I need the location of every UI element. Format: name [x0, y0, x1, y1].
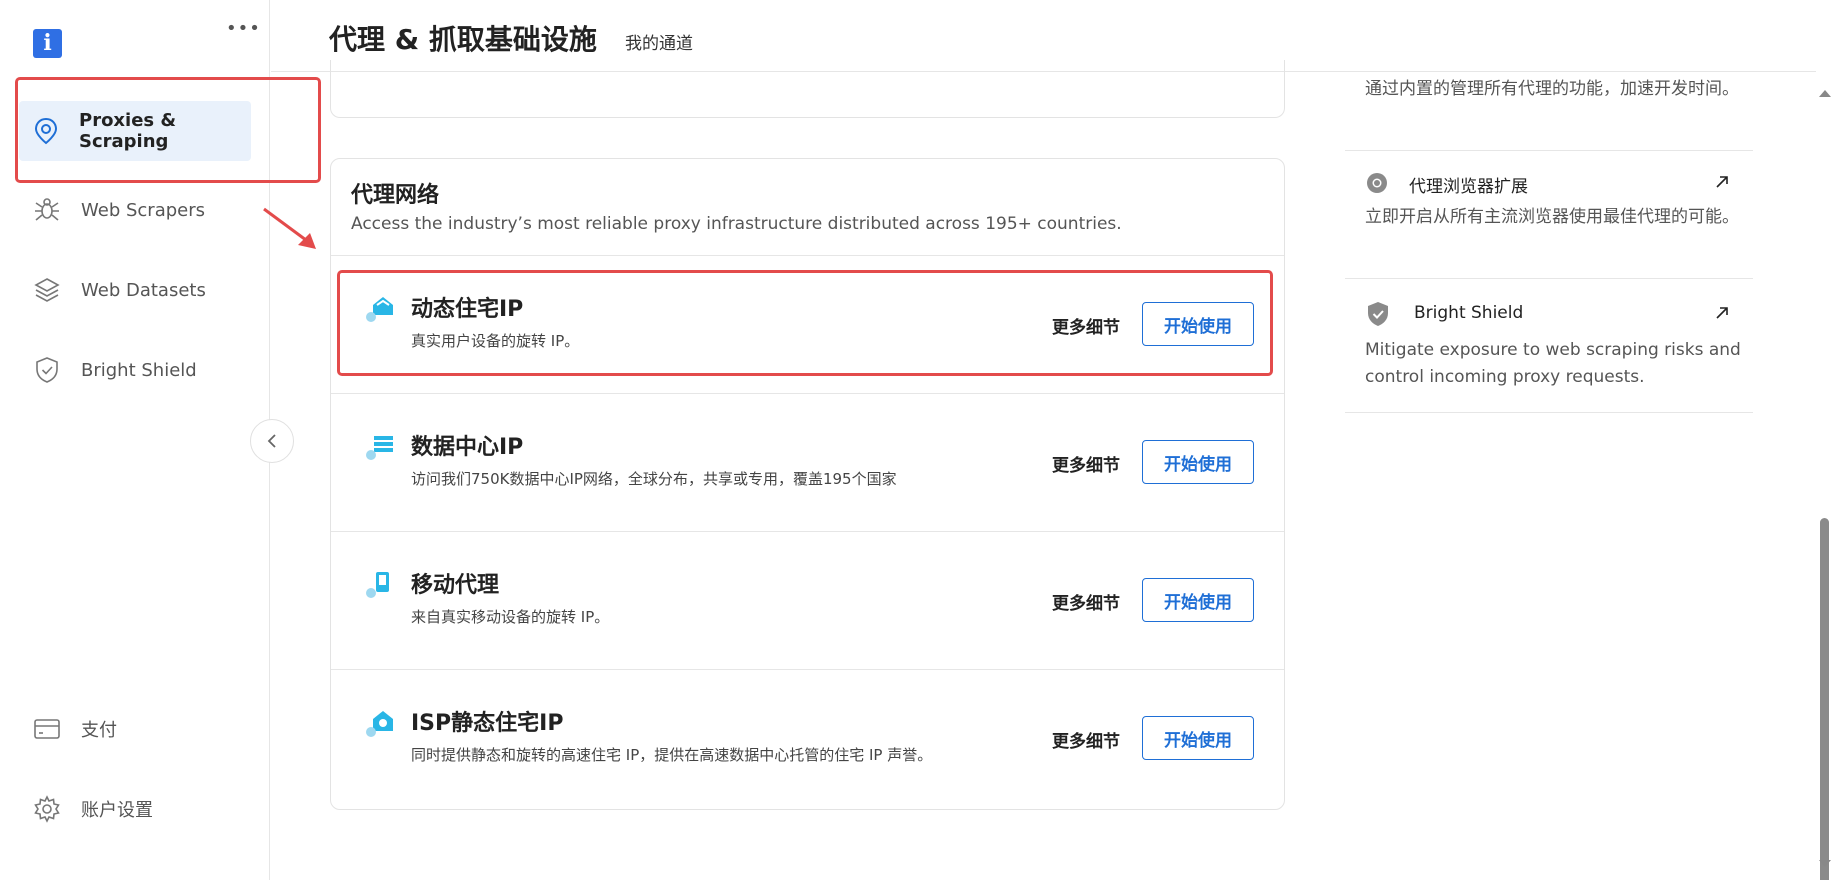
- row-description: 来自真实移动设备的旋转 IP。: [411, 608, 610, 626]
- proxy-row-mobile: 移动代理 来自真实移动设备的旋转 IP。 更多细节 开始使用: [331, 531, 1284, 669]
- row-description: 访问我们750K数据中心IP网络，全球分布，共享或专用，覆盖195个国家: [411, 470, 897, 488]
- row-title: ISP静态住宅IP: [411, 711, 564, 736]
- row-description: 同时提供静态和旋转的高速住宅 IP，提供在高速数据中心托管的住宅 IP 声誉。: [411, 746, 933, 764]
- sidebar-item-label: Web Scrapers: [81, 199, 205, 221]
- more-details-link[interactable]: 更多细节: [1052, 451, 1120, 476]
- row-title: 数据中心IP: [411, 435, 524, 460]
- more-details-link[interactable]: 更多细节: [1052, 589, 1120, 614]
- annotation-arrow-icon: [263, 207, 316, 249]
- tool-item-title[interactable]: 代理浏览器扩展: [1409, 172, 1528, 197]
- sidebar-item-label: 账户设置: [81, 800, 153, 821]
- shield-check-icon: [33, 356, 61, 384]
- scroll-up-arrow-icon[interactable]: [1819, 90, 1831, 97]
- proxy-network-card: 代理网络 Access the industry’s most reliable…: [330, 158, 1285, 810]
- proxy-row-isp: ISP静态住宅IP 同时提供静态和旋转的高速住宅 IP，提供在高速数据中心托管的…: [331, 669, 1284, 807]
- shield-check-filled-icon: [1368, 302, 1388, 326]
- divider: [1345, 150, 1753, 151]
- sidebar-item-payment[interactable]: 支付: [19, 699, 251, 759]
- divider: [1345, 412, 1753, 413]
- sidebar-item-web-scrapers[interactable]: Web Scrapers: [19, 180, 251, 240]
- get-started-button[interactable]: 开始使用: [1142, 716, 1254, 760]
- spider-icon: [33, 196, 61, 224]
- mobile-phone-icon: [366, 572, 389, 598]
- more-details-link[interactable]: 更多细节: [1052, 727, 1120, 752]
- page-subtitle[interactable]: 我的通道: [625, 29, 693, 54]
- divider: [1345, 278, 1753, 279]
- tool-item-description: 立即开启从所有主流浏览器使用最佳代理的可能。: [1365, 207, 1739, 227]
- proxy-row-residential: 动态住宅IP 真实用户设备的旋转 IP。 更多细节 开始使用: [331, 255, 1284, 393]
- section-title: 代理网络: [351, 183, 440, 208]
- sidebar: i ••• Proxies & Scraping Web Scrapers We…: [0, 0, 270, 880]
- tool-item-description: Mitigate exposure to web scraping risks …: [1365, 340, 1741, 387]
- chevron-left-icon: [267, 434, 276, 448]
- card-previous: [330, 60, 1285, 118]
- sidebar-item-web-datasets[interactable]: Web Datasets: [19, 260, 251, 320]
- sidebar-item-label: Web Datasets: [81, 279, 206, 301]
- row-description: 真实用户设备的旋转 IP。: [411, 332, 580, 350]
- more-details-link[interactable]: 更多细节: [1052, 313, 1120, 338]
- sidebar-item-bright-shield[interactable]: Bright Shield: [19, 340, 251, 400]
- collapse-sidebar-button[interactable]: [250, 419, 294, 463]
- app-logo[interactable]: i: [33, 29, 62, 58]
- scrollbar-thumb[interactable]: [1820, 518, 1829, 880]
- tool-item-title[interactable]: Bright Shield: [1414, 303, 1523, 323]
- proxy-row-datacenter: 数据中心IP 访问我们750K数据中心IP网络，全球分布，共享或专用，覆盖195…: [331, 393, 1284, 531]
- external-link-arrow-icon[interactable]: [1714, 174, 1730, 190]
- datacenter-server-icon: [366, 436, 393, 460]
- vertical-scrollbar[interactable]: [1816, 72, 1833, 880]
- gear-icon: [33, 795, 61, 823]
- row-title: 移动代理: [411, 573, 500, 598]
- section-description: Access the industry’s most reliable prox…: [351, 214, 1122, 234]
- isp-house-icon: [366, 711, 393, 737]
- sidebar-item-label: Bright Shield: [81, 359, 197, 381]
- get-started-button[interactable]: 开始使用: [1142, 440, 1254, 484]
- external-link-arrow-icon[interactable]: [1714, 305, 1730, 321]
- row-title: 动态住宅IP: [411, 297, 524, 322]
- sidebar-item-label: Proxies & Scraping: [79, 110, 177, 152]
- sidebar-item-account-settings[interactable]: 账户设置: [19, 779, 251, 839]
- get-started-button[interactable]: 开始使用: [1142, 302, 1254, 346]
- sidebar-item-proxies-scraping[interactable]: Proxies & Scraping: [19, 101, 251, 161]
- layers-icon: [33, 276, 61, 304]
- page-title: 代理 & 抓取基础设施: [329, 23, 597, 56]
- scroll-down-arrow-icon[interactable]: [1819, 860, 1831, 867]
- sidebar-item-label: 支付: [81, 720, 117, 741]
- tools-description: 通过内置的管理所有代理的功能，加速开发时间。: [1365, 79, 1739, 99]
- more-options-icon[interactable]: •••: [226, 18, 261, 39]
- residential-house-icon: [366, 297, 393, 322]
- credit-card-icon: [33, 715, 61, 743]
- location-pin-icon: [33, 117, 59, 145]
- get-started-button[interactable]: 开始使用: [1142, 578, 1254, 622]
- chrome-icon: [1367, 173, 1387, 193]
